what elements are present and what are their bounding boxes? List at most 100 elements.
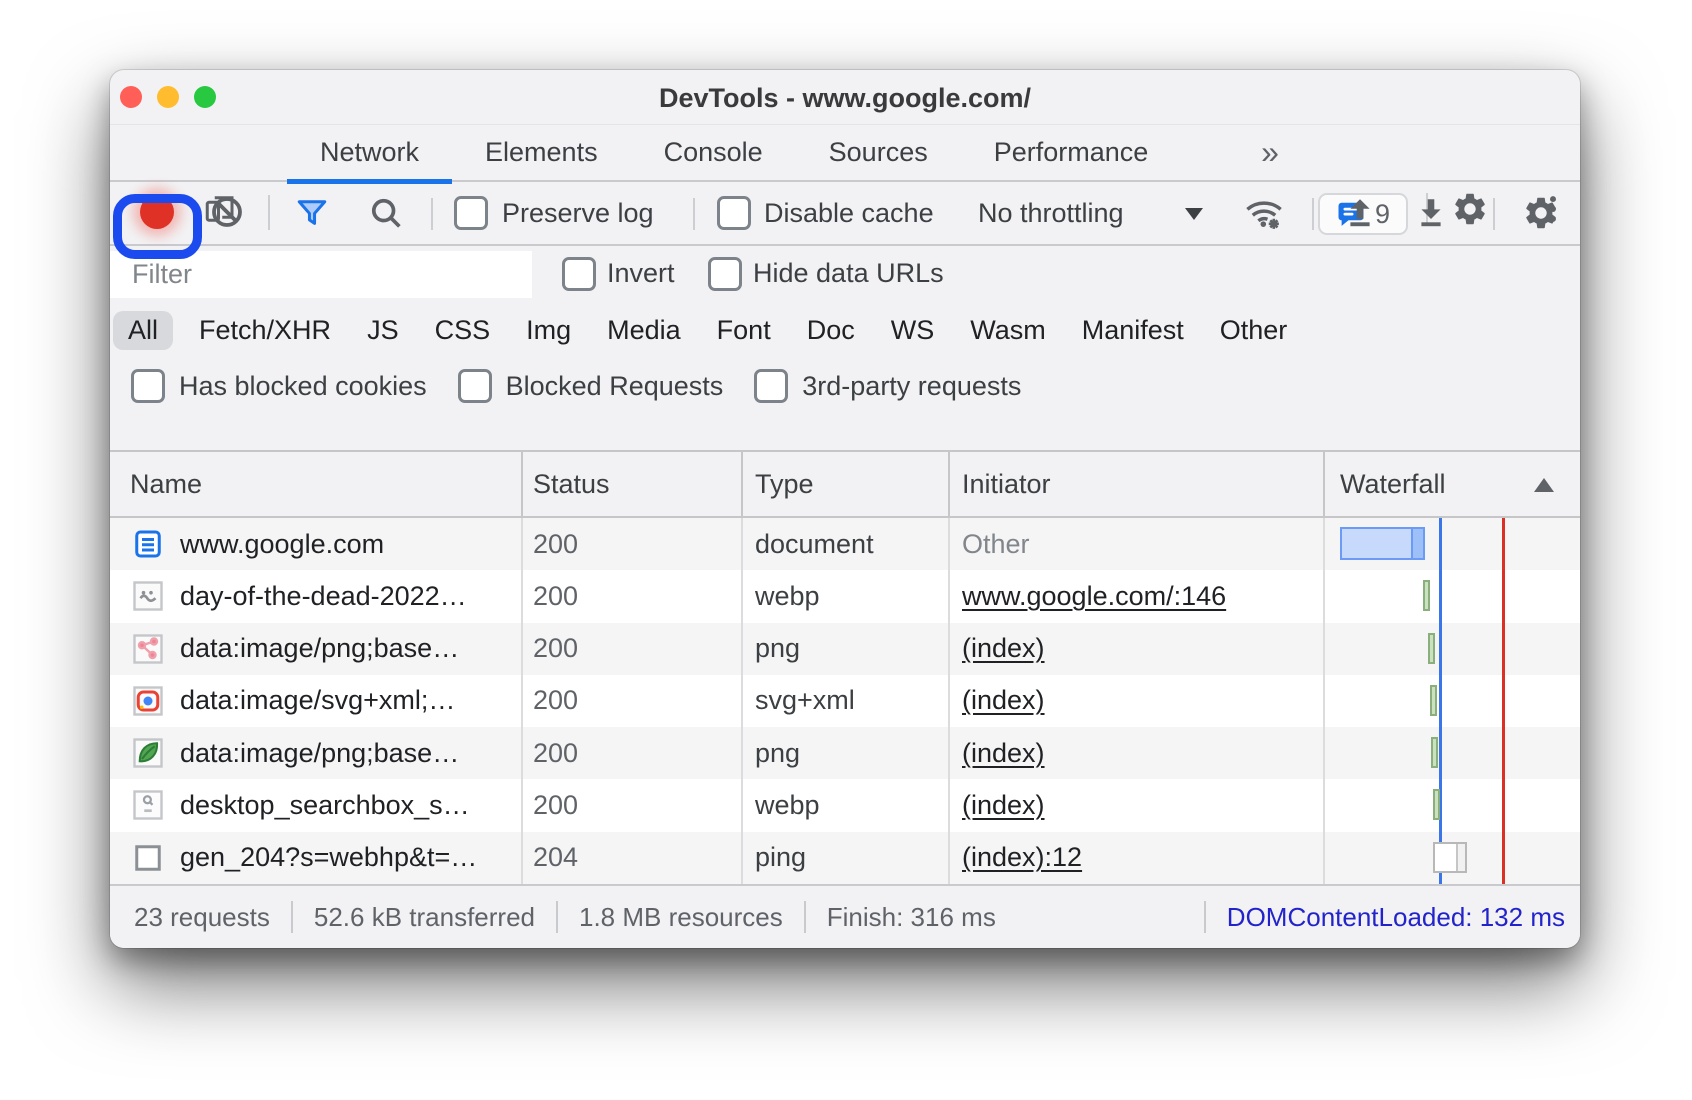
divider <box>431 198 433 230</box>
third-party-requests-label: 3rd-party requests <box>802 371 1021 402</box>
tab-console[interactable]: Console <box>631 125 796 182</box>
table-row[interactable]: data:image/png;base… 200 png (index) <box>110 623 1580 675</box>
finish-time: Finish: 316 ms <box>827 902 996 933</box>
table-row[interactable]: www.google.com 200 document Other <box>110 518 1580 570</box>
clear-network-log-icon[interactable] <box>208 193 246 231</box>
divider <box>693 198 695 230</box>
type-filter-doc[interactable]: Doc <box>789 315 873 346</box>
more-tabs-icon[interactable]: » <box>1248 125 1292 179</box>
title-bar: DevTools - www.google.com/ <box>110 70 1580 125</box>
waterfall-cell <box>1325 727 1580 779</box>
request-status: 200 <box>523 623 743 675</box>
network-conditions-icon[interactable] <box>1243 193 1285 235</box>
window-title: DevTools - www.google.com/ <box>110 70 1580 125</box>
table-row[interactable]: desktop_searchbox_s… 200 webp (index) <box>110 779 1580 831</box>
hide-data-urls-checkbox[interactable] <box>708 257 742 291</box>
type-filter-font[interactable]: Font <box>699 315 789 346</box>
network-settings-gear-icon[interactable] <box>1522 194 1560 232</box>
has-blocked-cookies-label: Has blocked cookies <box>179 371 427 402</box>
type-filter-wasm[interactable]: Wasm <box>952 315 1064 346</box>
filter-pane: Invert Hide data URLs All Fetch/XHR JS C… <box>110 246 1580 450</box>
request-name: day-of-the-dead-2022… <box>180 581 467 612</box>
request-type: ping <box>743 832 950 884</box>
pending-request-icon <box>133 843 163 873</box>
type-filter-manifest[interactable]: Manifest <box>1064 315 1202 346</box>
export-har-icon[interactable] <box>1413 195 1449 231</box>
type-filter-js[interactable]: JS <box>349 315 417 346</box>
preserve-log-checkbox[interactable] <box>454 196 488 230</box>
third-party-requests-checkbox[interactable] <box>754 369 788 403</box>
initiator-link[interactable]: www.google.com/:146 <box>962 581 1226 612</box>
waterfall-bar <box>1431 737 1438 768</box>
waterfall-cell <box>1325 779 1580 831</box>
tab-elements[interactable]: Elements <box>452 125 631 182</box>
column-header-status[interactable]: Status <box>523 452 743 516</box>
sort-ascending-icon <box>1534 478 1554 492</box>
initiator-link[interactable]: (index):12 <box>962 842 1082 873</box>
resources-size: 1.8 MB resources <box>579 902 783 933</box>
tab-network[interactable]: Network <box>287 125 452 182</box>
resource-type-filters: All Fetch/XHR JS CSS Img Media Font Doc … <box>113 303 1305 358</box>
type-filter-other[interactable]: Other <box>1202 315 1306 346</box>
invert-checkbox[interactable] <box>562 257 596 291</box>
dom-content-loaded-marker <box>1439 518 1442 884</box>
requests-table: Name Status Type Initiator Waterfall www… <box>110 450 1580 884</box>
request-name: www.google.com <box>180 529 384 560</box>
filter-funnel-icon[interactable] <box>294 195 330 231</box>
requests-count: 23 requests <box>134 902 270 933</box>
request-name: data:image/png;base… <box>180 633 459 664</box>
request-name: desktop_searchbox_s… <box>180 790 470 821</box>
load-event-marker <box>1502 518 1505 884</box>
initiator-link[interactable]: (index) <box>962 790 1045 821</box>
hide-data-urls-label: Hide data URLs <box>753 246 944 303</box>
column-header-initiator[interactable]: Initiator <box>950 452 1325 516</box>
type-filter-css[interactable]: CSS <box>417 315 509 346</box>
divider <box>804 901 806 933</box>
search-icon[interactable] <box>367 194 404 231</box>
panel-tabs: Network Elements Console Sources Perform… <box>287 125 1181 182</box>
blocked-requests-label: Blocked Requests <box>506 371 724 402</box>
tab-sources[interactable]: Sources <box>796 125 961 182</box>
column-header-name[interactable]: Name <box>110 452 523 516</box>
disable-cache-label: Disable cache <box>764 182 934 246</box>
import-har-icon[interactable] <box>1342 195 1378 231</box>
type-filter-img[interactable]: Img <box>508 315 589 346</box>
initiator-link[interactable]: (index) <box>962 633 1045 664</box>
waterfall-bar <box>1423 580 1430 611</box>
waterfall-cell <box>1325 832 1580 884</box>
disable-cache-checkbox[interactable] <box>717 196 751 230</box>
has-blocked-cookies-checkbox[interactable] <box>131 369 165 403</box>
request-name: gen_204?s=webhp&t=… <box>180 842 477 873</box>
initiator-link[interactable]: (index) <box>962 685 1045 716</box>
table-row[interactable]: data:image/png;base… 200 png (index) <box>110 727 1580 779</box>
summary-bar: 23 requests 52.6 kB transferred 1.8 MB r… <box>110 884 1580 948</box>
column-header-type[interactable]: Type <box>743 452 950 516</box>
network-toolbar: Preserve log Disable cache No throttling <box>110 182 1580 246</box>
initiator-link[interactable]: (index) <box>962 738 1045 769</box>
image-thumbnail-icon <box>133 634 163 664</box>
divider <box>291 901 293 933</box>
tab-performance[interactable]: Performance <box>961 125 1182 182</box>
column-header-waterfall[interactable]: Waterfall <box>1325 452 1580 516</box>
table-header: Name Status Type Initiator Waterfall <box>110 450 1580 518</box>
table-row[interactable]: gen_204?s=webhp&t=… 204 ping (index):12 <box>110 832 1580 884</box>
waterfall-bar <box>1433 789 1440 820</box>
waterfall-cell <box>1325 570 1580 622</box>
divider <box>556 901 558 933</box>
throttling-dropdown-caret-icon[interactable] <box>1185 208 1203 220</box>
request-filters-row: Has blocked cookies Blocked Requests 3rd… <box>131 358 1052 414</box>
dom-content-loaded-time: DOMContentLoaded: 132 ms <box>1227 902 1565 933</box>
type-filter-all[interactable]: All <box>113 311 173 350</box>
throttling-select[interactable]: No throttling <box>978 182 1124 246</box>
request-type: png <box>743 623 950 675</box>
table-row[interactable]: data:image/svg+xml;… 200 svg+xml (index) <box>110 675 1580 727</box>
waterfall-bar <box>1340 527 1425 560</box>
type-filter-media[interactable]: Media <box>589 315 699 346</box>
type-filter-ws[interactable]: WS <box>873 315 953 346</box>
request-type: png <box>743 727 950 779</box>
invert-label: Invert <box>607 246 675 303</box>
type-filter-fetch-xhr[interactable]: Fetch/XHR <box>181 315 349 346</box>
blocked-requests-checkbox[interactable] <box>458 369 492 403</box>
table-row[interactable]: day-of-the-dead-2022… 200 webp www.googl… <box>110 570 1580 622</box>
request-type: webp <box>743 779 950 831</box>
